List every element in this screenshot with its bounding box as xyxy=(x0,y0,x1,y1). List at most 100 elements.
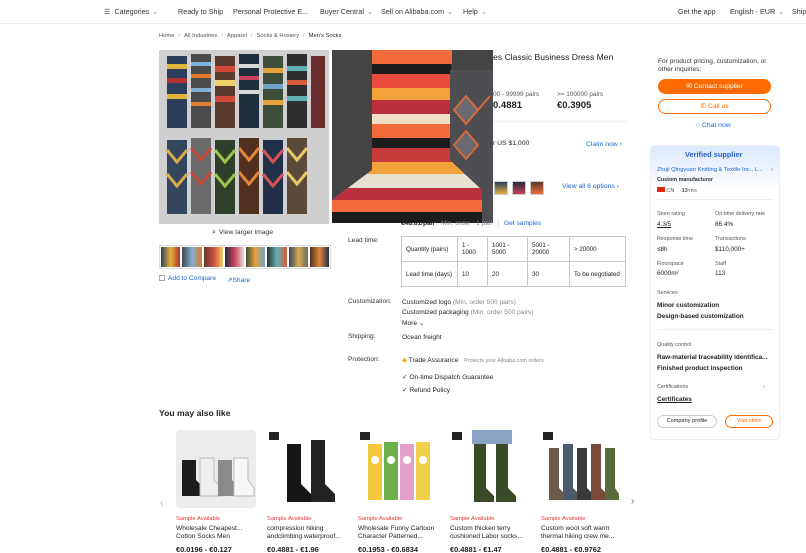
nav-help[interactable]: Help xyxy=(463,7,487,16)
product-title[interactable]: Wholesale Funny Cartoon Character Patter… xyxy=(358,525,442,541)
more-customization-toggle[interactable]: More ⌄ xyxy=(402,319,424,327)
zoomed-image-preview xyxy=(332,50,493,223)
chevron-left-icon[interactable]: ‹ xyxy=(160,498,163,509)
variant-thumbnail[interactable] xyxy=(512,181,526,195)
product-title[interactable]: compression hiking andclimbing waterproo… xyxy=(267,525,351,541)
response-time-label: Response time xyxy=(657,236,693,242)
supplier-name-link[interactable]: Zhuji Qingyuan Knitting & Textile Inc., … xyxy=(657,167,763,173)
contact-supplier-button[interactable]: ✉ Contact supplier xyxy=(658,79,771,94)
chat-now-link[interactable]: ◌ Chat now xyxy=(696,122,731,129)
product-thumbnail xyxy=(541,430,621,508)
certifications-label: Certifications xyxy=(657,384,689,390)
visit-store-button[interactable]: Visit store xyxy=(725,415,773,428)
shipping-coupon-text: r US $1,000 xyxy=(493,140,530,147)
compression-socks-image xyxy=(267,430,347,508)
breadcrumb-home[interactable]: Home xyxy=(159,33,174,39)
chevron-right-icon[interactable]: › xyxy=(771,167,773,173)
variant-thumbnail[interactable] xyxy=(530,181,544,195)
nav-buyer-central[interactable]: Buyer Central xyxy=(320,7,373,16)
view-larger-image-link[interactable]: ⌕ View larger image xyxy=(212,229,273,237)
terry-socks-image xyxy=(450,430,530,508)
thumbnail-image[interactable] xyxy=(224,247,244,267)
lead-time-label: Lead time: xyxy=(348,237,379,244)
recommended-product-card[interactable] xyxy=(267,430,349,508)
recommended-product-card[interactable] xyxy=(358,430,440,508)
ship-to-select[interactable]: Ship xyxy=(792,7,806,16)
get-app-link[interactable]: Get the app xyxy=(678,7,716,16)
get-samples-link[interactable]: Get samples xyxy=(504,220,541,227)
chat-now-label: Chat now xyxy=(701,122,731,129)
variant-thumbnail[interactable] xyxy=(494,181,508,195)
trade-assurance-sub: Protects your Alibaba.com orders xyxy=(464,358,544,364)
table-cell: 20 xyxy=(487,261,528,287)
trade-assurance-label: Trade Assurance xyxy=(408,357,459,364)
quality-item: Finished product inspection xyxy=(657,365,743,372)
main-product-image[interactable] xyxy=(159,50,329,224)
check-circle-icon: ✓ xyxy=(402,387,408,394)
breadcrumb-socks[interactable]: Socks & Hosiery xyxy=(257,33,300,39)
cartoon-socks-image xyxy=(358,430,438,508)
protection-label: Protection: xyxy=(348,356,380,363)
table-cell: Lead time (days) xyxy=(401,261,458,287)
product-title: es Classic Business Dress Men xyxy=(493,52,614,62)
nav-sell[interactable]: Sell on Alibaba.com xyxy=(381,7,453,16)
claim-now-link[interactable]: Claim now › xyxy=(586,141,622,148)
language-currency-select[interactable]: English - EUR xyxy=(730,7,784,16)
quality-item: Raw-material traceability identifica... xyxy=(657,354,768,361)
sample-available-tag: Sample Available xyxy=(267,516,312,522)
top-navigation-bar: ☰Categories Ready to Ship Personal Prote… xyxy=(0,0,806,24)
categories-menu[interactable]: ☰ Categories xyxy=(104,7,158,16)
sample-available-tag: Sample Available xyxy=(358,516,403,522)
thumbnail-image[interactable] xyxy=(246,247,266,267)
price-tier-value: €0.3905 xyxy=(557,100,592,111)
thumbnail-image[interactable] xyxy=(203,247,223,267)
thumbnail-image[interactable] xyxy=(309,247,329,267)
thumbnail-image[interactable] xyxy=(267,247,287,267)
company-profile-button[interactable]: Company profile xyxy=(657,415,717,428)
table-cell: 1001 - 5000 xyxy=(487,236,528,262)
chevron-right-icon[interactable]: › xyxy=(763,384,765,390)
call-us-button[interactable]: ✆ Call us xyxy=(658,99,771,114)
thumbnail-image[interactable] xyxy=(161,247,181,267)
claim-now-label: Claim now xyxy=(586,141,618,148)
nav-ppe[interactable]: Personal Protective E... xyxy=(233,7,308,16)
supplier-origin: CN 13YRS xyxy=(657,187,697,194)
table-cell: To be negotiated xyxy=(569,261,626,287)
sample-available-tag: Sample Available xyxy=(450,516,495,522)
recommended-product-card[interactable] xyxy=(541,430,623,508)
recommended-product-card[interactable] xyxy=(176,430,258,508)
supplier-country: CN xyxy=(666,188,675,194)
favorite-heart-icon[interactable]: ♡ xyxy=(314,56,322,67)
add-to-compare[interactable]: Add to Compare xyxy=(159,275,216,282)
nav-ready-to-ship[interactable]: Ready to Ship xyxy=(178,7,223,16)
chevron-right-icon[interactable]: › xyxy=(631,496,634,507)
table-cell: Quantity (pairs) xyxy=(401,236,458,262)
recommended-product-card[interactable] xyxy=(450,430,532,508)
product-title[interactable]: Custom wool soft warm thermal hiking cre… xyxy=(541,525,625,541)
view-all-options-link[interactable]: View all 6 options › xyxy=(562,183,619,190)
product-title[interactable]: Wholesale Cheapest... Cotton Socks Men xyxy=(176,525,260,541)
quality-control-label: Quality control xyxy=(657,342,692,348)
staff-label: Staff xyxy=(715,261,726,267)
view-larger-label: View larger image xyxy=(218,229,274,236)
supplier-years-unit: YRS xyxy=(687,188,697,193)
product-thumbnail xyxy=(267,430,347,508)
product-title[interactable]: Custom thicken terry cushioned Labor soc… xyxy=(450,525,534,541)
breadcrumb-mens-socks[interactable]: Men's Socks xyxy=(309,33,342,39)
price-tier-range: 00 - 99999 pairs xyxy=(493,91,540,98)
wool-socks-image xyxy=(541,430,621,508)
min-order: Min. order : 1 pair xyxy=(440,220,493,227)
breadcrumb-apparel[interactable]: Apparel xyxy=(227,33,247,39)
response-time-value: ≤8h xyxy=(657,246,668,253)
share-label: Share xyxy=(232,277,251,284)
delivery-rate-label: On-time delivery rate xyxy=(715,211,766,217)
certificates-link[interactable]: Certificates xyxy=(657,396,692,403)
product-price: €0.4881 - €0.9762 xyxy=(541,545,601,553)
thumbnail-image[interactable] xyxy=(288,247,308,267)
thumbnail-image[interactable] xyxy=(182,247,202,267)
share-button[interactable]: ⇗Share xyxy=(227,276,250,284)
phone-icon: ✆ xyxy=(700,103,707,110)
breadcrumb-all-industries[interactable]: All Industries xyxy=(184,33,217,39)
store-rating-value[interactable]: 4.3/5 xyxy=(657,221,671,228)
compare-checkbox[interactable] xyxy=(159,275,165,281)
